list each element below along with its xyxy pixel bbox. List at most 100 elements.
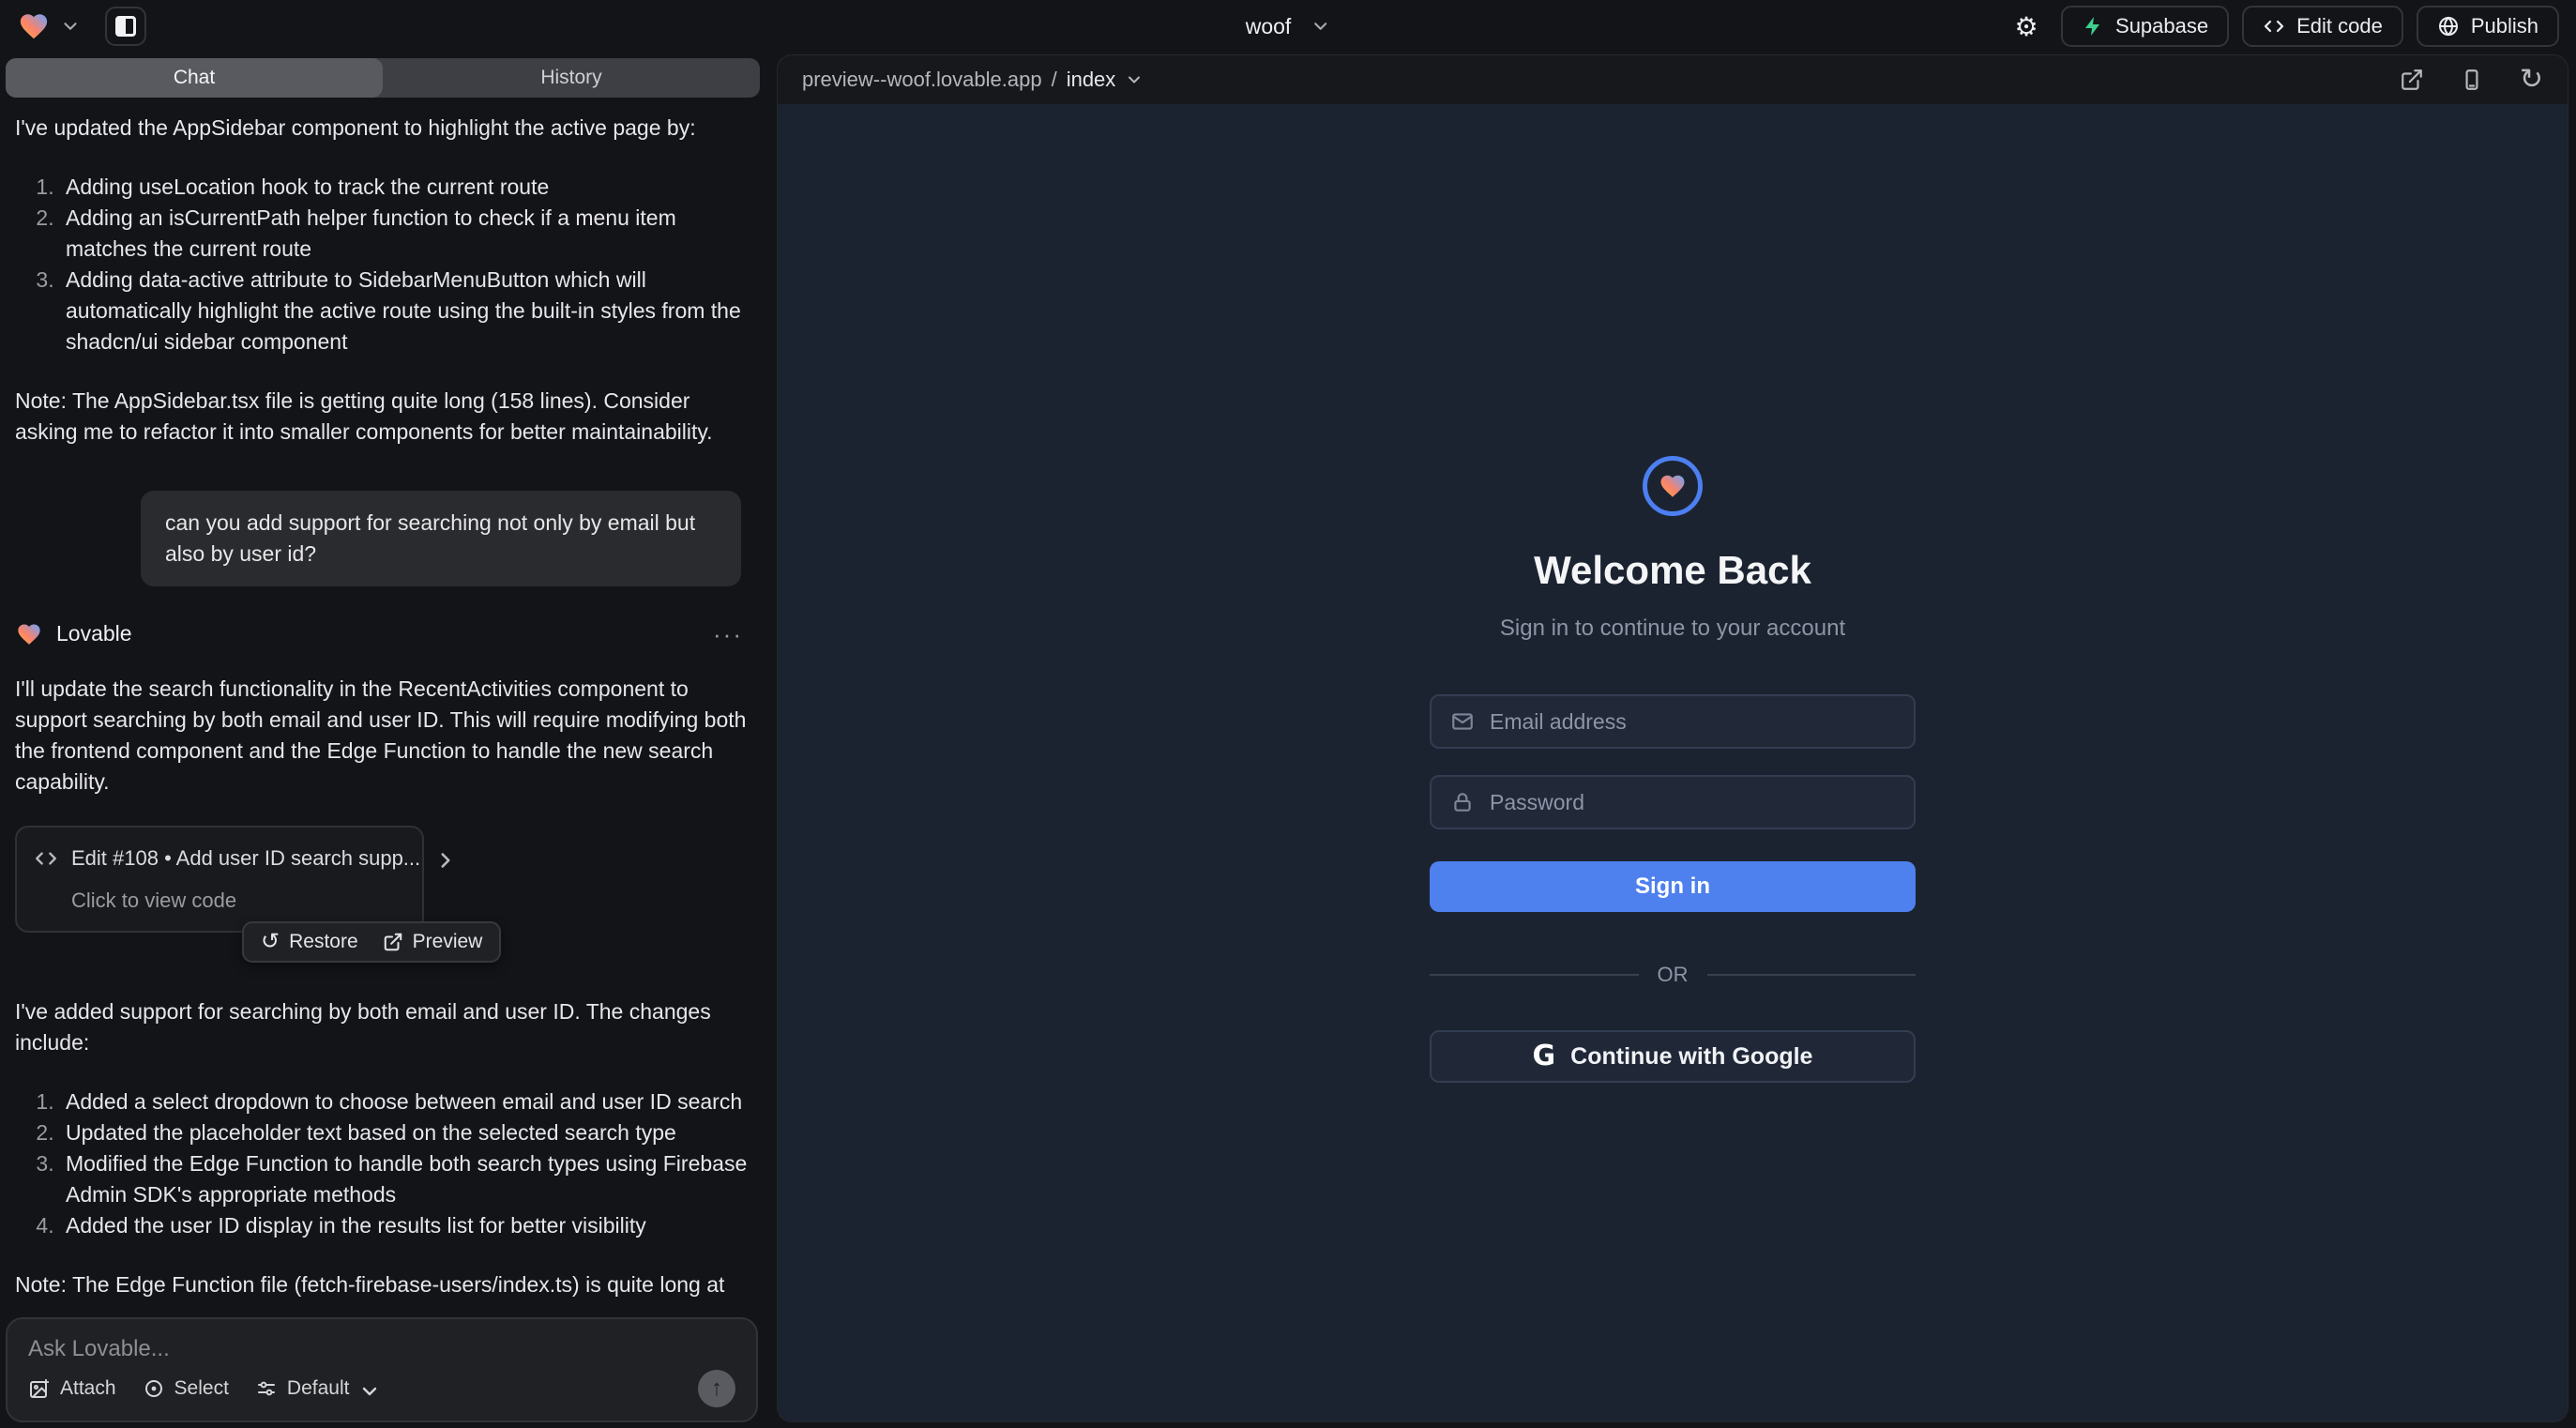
mobile-phone-icon: [2460, 68, 2484, 92]
attach-button[interactable]: Attach: [28, 1377, 116, 1400]
heart-logo-icon: [1658, 472, 1688, 500]
project-name: woof: [1246, 14, 1292, 39]
edit-code-label: Edit code: [2296, 14, 2383, 38]
list-item: Adding an isCurrentPath helper function …: [60, 203, 750, 265]
google-g-icon: G: [1533, 1042, 1556, 1071]
password-field-wrapper: [1430, 775, 1916, 829]
restore-button[interactable]: ↺ Restore: [261, 931, 358, 953]
mode-select-button[interactable]: Default: [255, 1377, 376, 1400]
app-logo: [1643, 456, 1703, 516]
globe-icon: [2437, 15, 2460, 38]
or-divider: OR: [1430, 963, 1916, 987]
continue-with-google-button[interactable]: G Continue with Google: [1430, 1030, 1916, 1083]
email-field[interactable]: [1490, 709, 1895, 735]
assistant-changes-list: Added a select dropdown to choose betwee…: [15, 1086, 750, 1241]
email-field-wrapper: [1430, 694, 1916, 749]
arrow-up-icon: ↑: [711, 1375, 722, 1402]
sidebar-panel-icon: [115, 16, 136, 37]
chevron-right-icon: [433, 848, 454, 869]
preview-domain: preview--woof.lovable.app: [802, 68, 1042, 92]
preview-label: Preview: [413, 931, 483, 953]
send-button[interactable]: ↑: [698, 1370, 735, 1407]
list-item: Adding data-active attribute to SidebarM…: [60, 265, 750, 357]
supabase-label: Supabase: [2115, 14, 2208, 38]
refresh-icon: ↻: [2520, 68, 2543, 92]
chevron-down-icon: [358, 1380, 375, 1397]
publish-button[interactable]: Publish: [2417, 6, 2559, 47]
lovable-heart-icon: [15, 621, 43, 647]
target-icon: [143, 1377, 165, 1400]
select-button[interactable]: Select: [143, 1377, 229, 1400]
user-message-text: can you add support for searching not on…: [165, 510, 695, 566]
attach-label: Attach: [60, 1377, 116, 1400]
external-link-icon: [2400, 68, 2424, 92]
preview-button[interactable]: Preview: [383, 931, 483, 953]
divider-line: [1707, 974, 1917, 976]
assistant-header: Lovable ···: [15, 618, 750, 649]
route-chevron-down-icon: [1125, 70, 1144, 89]
divider-line: [1430, 974, 1639, 976]
assistant-name: Lovable: [56, 618, 132, 649]
list-item: Updated the placeholder text based on th…: [60, 1117, 750, 1148]
sidebar-toggle-button[interactable]: [105, 7, 146, 46]
project-switcher[interactable]: woof: [1246, 14, 1331, 39]
project-chevron-down-icon: [1310, 16, 1330, 37]
preview-route: index: [1067, 68, 1116, 92]
publish-label: Publish: [2471, 14, 2538, 38]
envelope-icon: [1450, 709, 1475, 734]
preview-panel: preview--woof.lovable.app / index ↻: [777, 54, 2568, 1422]
supabase-button[interactable]: Supabase: [2061, 6, 2229, 47]
preview-header: preview--woof.lovable.app / index ↻: [778, 55, 2568, 104]
list-item: Added a select dropdown to choose betwee…: [60, 1086, 750, 1117]
edit-card[interactable]: Edit #108 • Add user ID search supp... C…: [15, 826, 424, 933]
signin-subtitle: Sign in to continue to your account: [1500, 615, 1845, 642]
sign-in-button[interactable]: Sign in: [1430, 861, 1916, 912]
edit-code-button[interactable]: Edit code: [2242, 6, 2403, 47]
lovable-logo-icon[interactable]: [17, 10, 51, 42]
list-item: Modified the Edge Function to handle bot…: [60, 1148, 750, 1210]
topbar: woof ⚙ Supabase Edit code Publish: [0, 0, 2576, 53]
password-field[interactable]: [1490, 790, 1895, 815]
image-attach-icon: [28, 1377, 51, 1400]
google-button-label: Continue with Google: [1570, 1043, 1812, 1071]
assistant-message-note: Note: The AppSidebar.tsx file is getting…: [15, 386, 750, 448]
settings-button[interactable]: ⚙: [2005, 7, 2048, 46]
assistant-response-intro: I'll update the search functionality in …: [15, 674, 750, 798]
or-label: OR: [1658, 963, 1689, 987]
tab-chat[interactable]: Chat: [6, 58, 383, 98]
open-in-new-tab-button[interactable]: [2400, 68, 2424, 92]
chat-history-tabs: Chat History: [6, 58, 760, 98]
message-more-button[interactable]: ···: [713, 630, 743, 639]
assistant-message-intro: I've updated the AppSidebar component to…: [15, 113, 750, 144]
restore-label: Restore: [289, 931, 358, 953]
chat-input[interactable]: [28, 1336, 735, 1370]
list-item: Added the user ID display in the results…: [60, 1210, 750, 1241]
list-item: Adding useLocation hook to track the cur…: [60, 172, 750, 203]
select-label: Select: [174, 1377, 229, 1400]
assistant-changes-intro: I've added support for searching by both…: [15, 996, 750, 1058]
signin-card: Welcome Back Sign in to continue to your…: [1430, 456, 1916, 1083]
composer: Attach Select Default ↑: [6, 1317, 758, 1422]
assistant-note: Note: The Edge Function file (fetch-fire…: [15, 1269, 750, 1304]
preview-url-breadcrumb[interactable]: preview--woof.lovable.app / index: [802, 68, 1144, 92]
chat-messages[interactable]: I've updated the AppSidebar component to…: [0, 98, 765, 1304]
signin-title: Welcome Back: [1534, 548, 1811, 593]
user-message-bubble: can you add support for searching not on…: [141, 491, 741, 586]
supabase-bolt-icon: [2082, 15, 2104, 38]
edit-card-title: Edit #108 • Add user ID search supp...: [71, 843, 420, 874]
project-menu-chevron-down-icon[interactable]: [60, 16, 81, 37]
mode-label: Default: [287, 1377, 350, 1400]
tab-history[interactable]: History: [383, 58, 760, 98]
gear-icon: ⚙: [2014, 11, 2038, 42]
chat-panel: Chat History I've updated the AppSidebar…: [0, 53, 765, 1428]
breadcrumb-separator: /: [1052, 68, 1057, 92]
sliders-icon: [255, 1377, 278, 1400]
mobile-view-button[interactable]: [2460, 68, 2484, 92]
code-brackets-icon: [2263, 15, 2285, 38]
edit-actions-toolbar: ↺ Restore Preview: [242, 921, 501, 963]
code-icon: [34, 846, 58, 871]
assistant-message-list: Adding useLocation hook to track the cur…: [15, 172, 750, 357]
refresh-button[interactable]: ↻: [2520, 68, 2543, 92]
lock-icon: [1450, 790, 1475, 814]
restore-icon: ↺: [261, 931, 280, 953]
